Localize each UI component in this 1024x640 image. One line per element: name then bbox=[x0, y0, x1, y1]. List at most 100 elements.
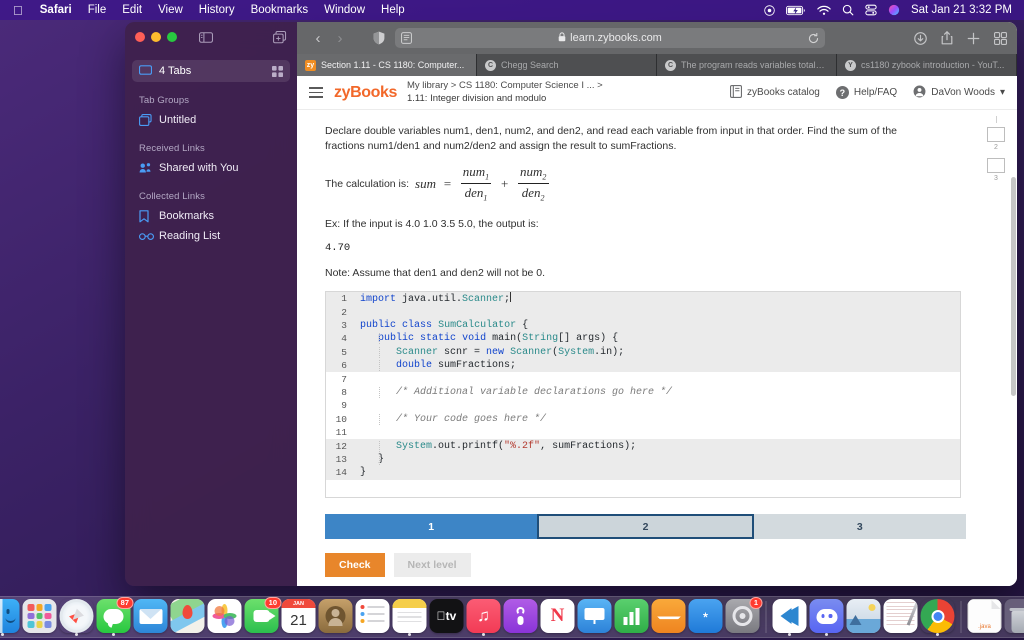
toggle-sidebar-icon[interactable] bbox=[199, 31, 213, 43]
new-tab-group-icon[interactable] bbox=[273, 30, 287, 44]
dock-item-chrome[interactable] bbox=[920, 599, 955, 636]
downloads-icon[interactable] bbox=[914, 31, 927, 45]
editor-line-number: 3 bbox=[326, 318, 352, 333]
dock-item-launchpad[interactable] bbox=[22, 599, 57, 633]
url-text-container: learn.zybooks.com bbox=[395, 31, 825, 45]
maximize-window-button[interactable] bbox=[167, 32, 177, 42]
editor-line-readonly: import java.util.Scanner; bbox=[352, 292, 960, 306]
menu-item-edit[interactable]: Edit bbox=[114, 4, 150, 16]
dock-item-pages[interactable] bbox=[651, 599, 686, 633]
dock-item-maps[interactable] bbox=[170, 599, 205, 633]
share-icon[interactable] bbox=[941, 31, 953, 45]
dock-item-mail[interactable] bbox=[133, 599, 168, 633]
sidebar-item-reading-list[interactable]: Reading List bbox=[125, 226, 297, 246]
dock-item-notes[interactable] bbox=[392, 599, 427, 636]
dock-running-indicator bbox=[825, 633, 828, 636]
browser-tab-1[interactable]: C Chegg Search bbox=[477, 54, 657, 76]
dock-item-reminders[interactable] bbox=[355, 599, 390, 633]
section-marker-box[interactable] bbox=[987, 127, 1005, 142]
zybooks-logo[interactable]: zyBooks bbox=[334, 84, 397, 102]
editor-line-editable[interactable] bbox=[352, 372, 960, 385]
editor-line-editable[interactable] bbox=[352, 426, 960, 439]
dock-item-facetime[interactable]: 10 bbox=[244, 597, 282, 633]
tab-overview-icon[interactable] bbox=[994, 31, 1007, 45]
control-center-extra-icon[interactable] bbox=[764, 4, 775, 16]
hamburger-menu-icon[interactable] bbox=[309, 87, 323, 98]
tab-grid-icon[interactable] bbox=[272, 65, 283, 77]
menu-item-file[interactable]: File bbox=[80, 4, 115, 16]
section-marker-box[interactable] bbox=[987, 158, 1005, 173]
control-center-icon[interactable] bbox=[865, 4, 877, 16]
dock-item-safari[interactable] bbox=[59, 599, 94, 636]
apple-logo-icon[interactable]:  bbox=[13, 4, 23, 17]
level-tab-2[interactable]: 2 bbox=[537, 514, 754, 540]
menu-item-safari[interactable]: Safari bbox=[32, 4, 80, 16]
safari-window: 4 Tabs Tab Groups Untitled Received Link… bbox=[125, 22, 1017, 586]
back-button[interactable]: ‹ bbox=[307, 31, 329, 46]
dock-item-discord[interactable] bbox=[809, 599, 844, 636]
level-tab-1[interactable]: 1 bbox=[325, 514, 538, 540]
reload-icon[interactable] bbox=[808, 32, 819, 44]
editor-line-readonly: double sumFractions; bbox=[352, 359, 960, 373]
editor-line-editable[interactable]: /* Additional variable declarations go h… bbox=[352, 386, 960, 399]
close-window-button[interactable] bbox=[135, 32, 145, 42]
dock-item-news[interactable]: N bbox=[540, 599, 575, 633]
sidebar-item-tabs[interactable]: 4 Tabs bbox=[132, 60, 290, 82]
browser-tab-2[interactable]: C The program reads variables totalV... bbox=[657, 54, 837, 76]
dock-item-music[interactable]: ♫ bbox=[466, 599, 501, 636]
dock-item-podcasts[interactable] bbox=[503, 599, 538, 633]
editor-line-number: 14 bbox=[326, 466, 352, 480]
forward-button[interactable]: › bbox=[329, 31, 351, 46]
spotlight-search-icon[interactable] bbox=[842, 4, 854, 16]
dock-item-trash[interactable] bbox=[1004, 599, 1024, 633]
dock-item-calendar[interactable]: JAN 21 bbox=[281, 599, 316, 633]
editor-line-editable[interactable] bbox=[352, 399, 960, 412]
address-bar[interactable]: learn.zybooks.com bbox=[395, 28, 825, 48]
dock-item-contacts[interactable] bbox=[318, 599, 353, 633]
dock-item-finder[interactable] bbox=[0, 599, 20, 636]
dock-item-vs-code[interactable] bbox=[772, 599, 807, 636]
sidebar-item-label: Shared with You bbox=[159, 162, 239, 174]
privacy-shield-icon[interactable] bbox=[373, 31, 385, 45]
url-text: learn.zybooks.com bbox=[570, 32, 662, 44]
dock-item-java-file[interactable]: .java bbox=[967, 599, 1002, 633]
menu-item-bookmarks[interactable]: Bookmarks bbox=[243, 4, 317, 16]
menu-item-view[interactable]: View bbox=[150, 4, 191, 16]
code-editor[interactable]: 1 2 3 4 5 6 7 8 9 10 11 12 13 14 import java.util.Sca… bbox=[325, 291, 961, 499]
dock-item-numbers[interactable] bbox=[614, 599, 649, 633]
dock-item-app-store[interactable]: ﹡ bbox=[688, 599, 723, 633]
menu-item-help[interactable]: Help bbox=[373, 4, 413, 16]
browser-tab-3[interactable]: Y cs1180 zybook introduction - YouT... bbox=[837, 54, 1017, 76]
dock-item-textedit[interactable] bbox=[883, 599, 918, 633]
page-scrollbar[interactable] bbox=[1011, 110, 1016, 586]
sidebar-item-shared-with-you[interactable]: Shared with You bbox=[125, 158, 297, 178]
sidebar-item-bookmarks[interactable]: Bookmarks bbox=[125, 206, 297, 226]
dock-item-tv[interactable]: tv bbox=[429, 599, 464, 633]
help-faq-link[interactable]: ? Help/FAQ bbox=[835, 86, 897, 99]
new-tab-icon[interactable] bbox=[967, 32, 980, 45]
menu-item-window[interactable]: Window bbox=[316, 4, 373, 16]
pages-icon bbox=[651, 599, 686, 633]
browser-tab-0[interactable]: zy Section 1.11 - CS 1180: Computer... bbox=[297, 54, 477, 76]
breadcrumb-line-1[interactable]: My library > CS 1180: Computer Science I… bbox=[407, 80, 603, 93]
check-button[interactable]: Check bbox=[325, 553, 385, 578]
level-tab-3[interactable]: 3 bbox=[753, 514, 966, 540]
zybooks-catalog-link[interactable]: zyBooks catalog bbox=[730, 84, 820, 101]
dock-item-preview[interactable] bbox=[846, 599, 881, 633]
dock-item-system-settings[interactable]: 1 bbox=[725, 597, 763, 633]
wifi-icon[interactable] bbox=[817, 5, 831, 16]
calendar-icon: JAN 21 bbox=[281, 599, 316, 633]
siri-icon[interactable] bbox=[888, 4, 900, 16]
menu-bar-clock[interactable]: Sat Jan 21 3:32 PM bbox=[911, 4, 1012, 16]
sidebar-item-untitled[interactable]: Untitled bbox=[125, 110, 297, 130]
user-account-menu[interactable]: DaVon Woods ▾ bbox=[913, 85, 1005, 101]
minimize-window-button[interactable] bbox=[151, 32, 161, 42]
dock-item-messages[interactable]: 87 bbox=[96, 597, 134, 636]
editor-code-area[interactable]: import java.util.Scanner; public class Su… bbox=[352, 292, 960, 497]
menu-item-history[interactable]: History bbox=[191, 4, 243, 16]
editor-line-editable[interactable]: /* Your code goes here */ bbox=[352, 413, 960, 426]
editor-line-number: 6 bbox=[326, 359, 352, 373]
battery-icon[interactable] bbox=[785, 5, 806, 16]
dock-item-photos[interactable] bbox=[207, 599, 242, 633]
dock-item-keynote[interactable] bbox=[577, 599, 612, 633]
